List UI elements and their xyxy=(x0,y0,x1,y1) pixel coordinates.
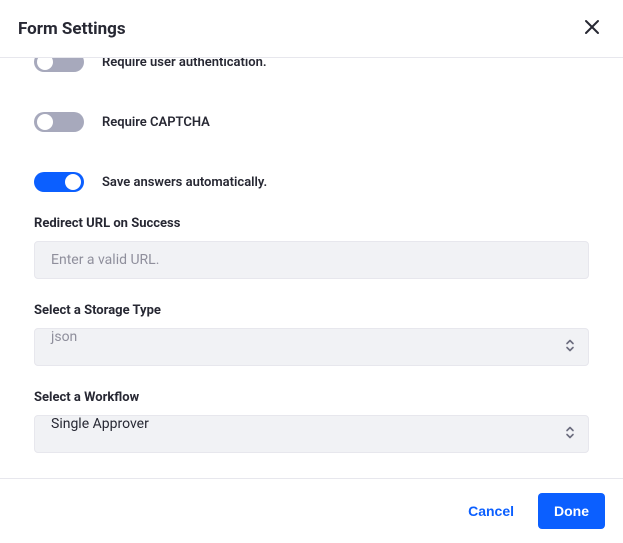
dialog-body: Require user authentication. Require CAP… xyxy=(0,58,623,488)
label-storage-type: Select a Storage Type xyxy=(34,303,589,318)
select-workflow[interactable]: Single Approver xyxy=(34,415,589,453)
toggle-label-require-auth: Require user authentication. xyxy=(102,58,267,70)
done-button[interactable]: Done xyxy=(538,493,605,529)
toggle-label-autosave: Save answers automatically. xyxy=(102,175,267,190)
input-redirect-url[interactable] xyxy=(34,241,589,279)
toggle-autosave[interactable] xyxy=(34,172,84,192)
toggle-row-autosave: Save answers automatically. xyxy=(34,172,589,192)
close-button[interactable] xyxy=(579,14,605,43)
field-redirect-url: Redirect URL on Success xyxy=(34,216,589,279)
toggle-label-require-captcha: Require CAPTCHA xyxy=(102,115,210,130)
toggle-row-require-captcha: Require CAPTCHA xyxy=(34,112,589,132)
field-workflow: Select a Workflow Single Approver xyxy=(34,390,589,453)
dialog-header: Form Settings xyxy=(0,0,623,58)
field-storage-type: Select a Storage Type json xyxy=(34,303,589,366)
dialog-footer: Cancel Done xyxy=(0,478,623,543)
toggle-row-require-auth: Require user authentication. xyxy=(34,58,589,72)
select-storage-type[interactable]: json xyxy=(34,328,589,366)
dialog-title: Form Settings xyxy=(18,19,126,39)
cancel-button[interactable]: Cancel xyxy=(462,495,520,527)
close-icon xyxy=(583,18,601,39)
toggle-require-captcha[interactable] xyxy=(34,112,84,132)
toggle-require-auth[interactable] xyxy=(34,58,84,72)
label-redirect-url: Redirect URL on Success xyxy=(34,216,589,231)
label-workflow: Select a Workflow xyxy=(34,390,589,405)
